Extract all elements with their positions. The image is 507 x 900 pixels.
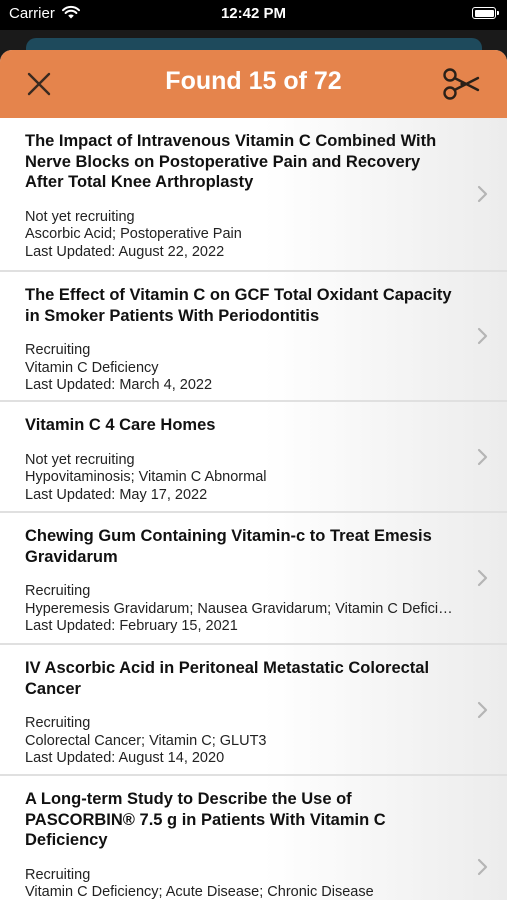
trial-title: IV Ascorbic Acid in Peritoneal Metastati…: [25, 659, 430, 698]
trial-last-updated: Last Updated: May 17, 2022: [25, 486, 208, 503]
trial-status: Recruiting: [25, 583, 91, 599]
trial-conditions: Vitamin C Deficiency; Acute Disease; Chr…: [25, 884, 374, 900]
battery-icon: [472, 7, 499, 19]
chevron-right-icon: [477, 858, 488, 876]
trial-title: Chewing Gum Containing Vitamin-c to Trea…: [25, 527, 432, 566]
trial-row-1[interactable]: The Impact of Intravenous Vitamin C Comb…: [0, 118, 507, 272]
trial-row-5[interactable]: IV Ascorbic Acid in Peritoneal Metastati…: [0, 645, 507, 776]
trial-last-updated: Last Updated: February 15, 2021: [25, 618, 238, 634]
status-bar: Carrier 12:42 PM: [0, 0, 507, 30]
trial-row-6[interactable]: A Long-term Study to Describe the Use of…: [0, 776, 507, 900]
chevron-right-icon: [477, 701, 488, 718]
results-count-title: Found 15 of 72: [165, 67, 342, 95]
trial-conditions: Hyperemesis Gravidarum; Nausea Gravidaru…: [25, 600, 453, 617]
trial-status: Recruiting: [25, 866, 91, 883]
results-header: Found 15 of 72: [0, 50, 507, 118]
clock: 12:42 PM: [220, 5, 287, 22]
search-results-sheet: Found 15 of 72 The Impact of Intravenous…: [0, 50, 507, 900]
trial-conditions: Hypovitaminosis; Vitamin C Abnormal: [25, 469, 267, 485]
trial-last-updated: Last Updated: August 22, 2022: [25, 243, 225, 260]
trial-title: Vitamin C 4 Care Homes: [25, 416, 216, 434]
trial-conditions: Colorectal Cancer; Vitamin C; GLUT3: [25, 732, 267, 749]
trial-list: The Impact of Intravenous Vitamin C Comb…: [0, 118, 507, 900]
trial-row-3[interactable]: Vitamin C 4 Care Homes Not yet recruitin…: [0, 402, 507, 513]
chevron-right-icon: [477, 327, 488, 345]
chevron-right-icon: [477, 448, 488, 465]
trial-row-4[interactable]: Chewing Gum Containing Vitamin-c to Trea…: [0, 513, 507, 645]
trial-conditions: Vitamin C Deficiency: [25, 359, 159, 376]
trial-last-updated: Last Updated: August 14, 2020: [25, 750, 225, 766]
trial-status: Not yet recruiting: [25, 451, 135, 468]
trial-status: Not yet recruiting: [25, 208, 135, 225]
trial-row-2[interactable]: The Effect of Vitamin C on GCF Total Oxi…: [0, 272, 507, 402]
chevron-right-icon: [477, 185, 488, 203]
trial-status: Recruiting: [25, 715, 91, 731]
chevron-right-icon: [477, 569, 488, 587]
trial-title: The Impact of Intravenous Vitamin C Comb…: [25, 132, 437, 191]
trial-status: Recruiting: [25, 342, 91, 358]
trial-title: The Effect of Vitamin C on GCF Total Oxi…: [25, 286, 452, 325]
scissors-icon[interactable]: [442, 67, 482, 101]
trial-title: A Long-term Study to Describe the Use of…: [25, 790, 386, 849]
trial-last-updated: Last Updated: March 4, 2022: [25, 377, 213, 393]
trial-conditions: Ascorbic Acid; Postoperative Pain: [25, 226, 242, 242]
